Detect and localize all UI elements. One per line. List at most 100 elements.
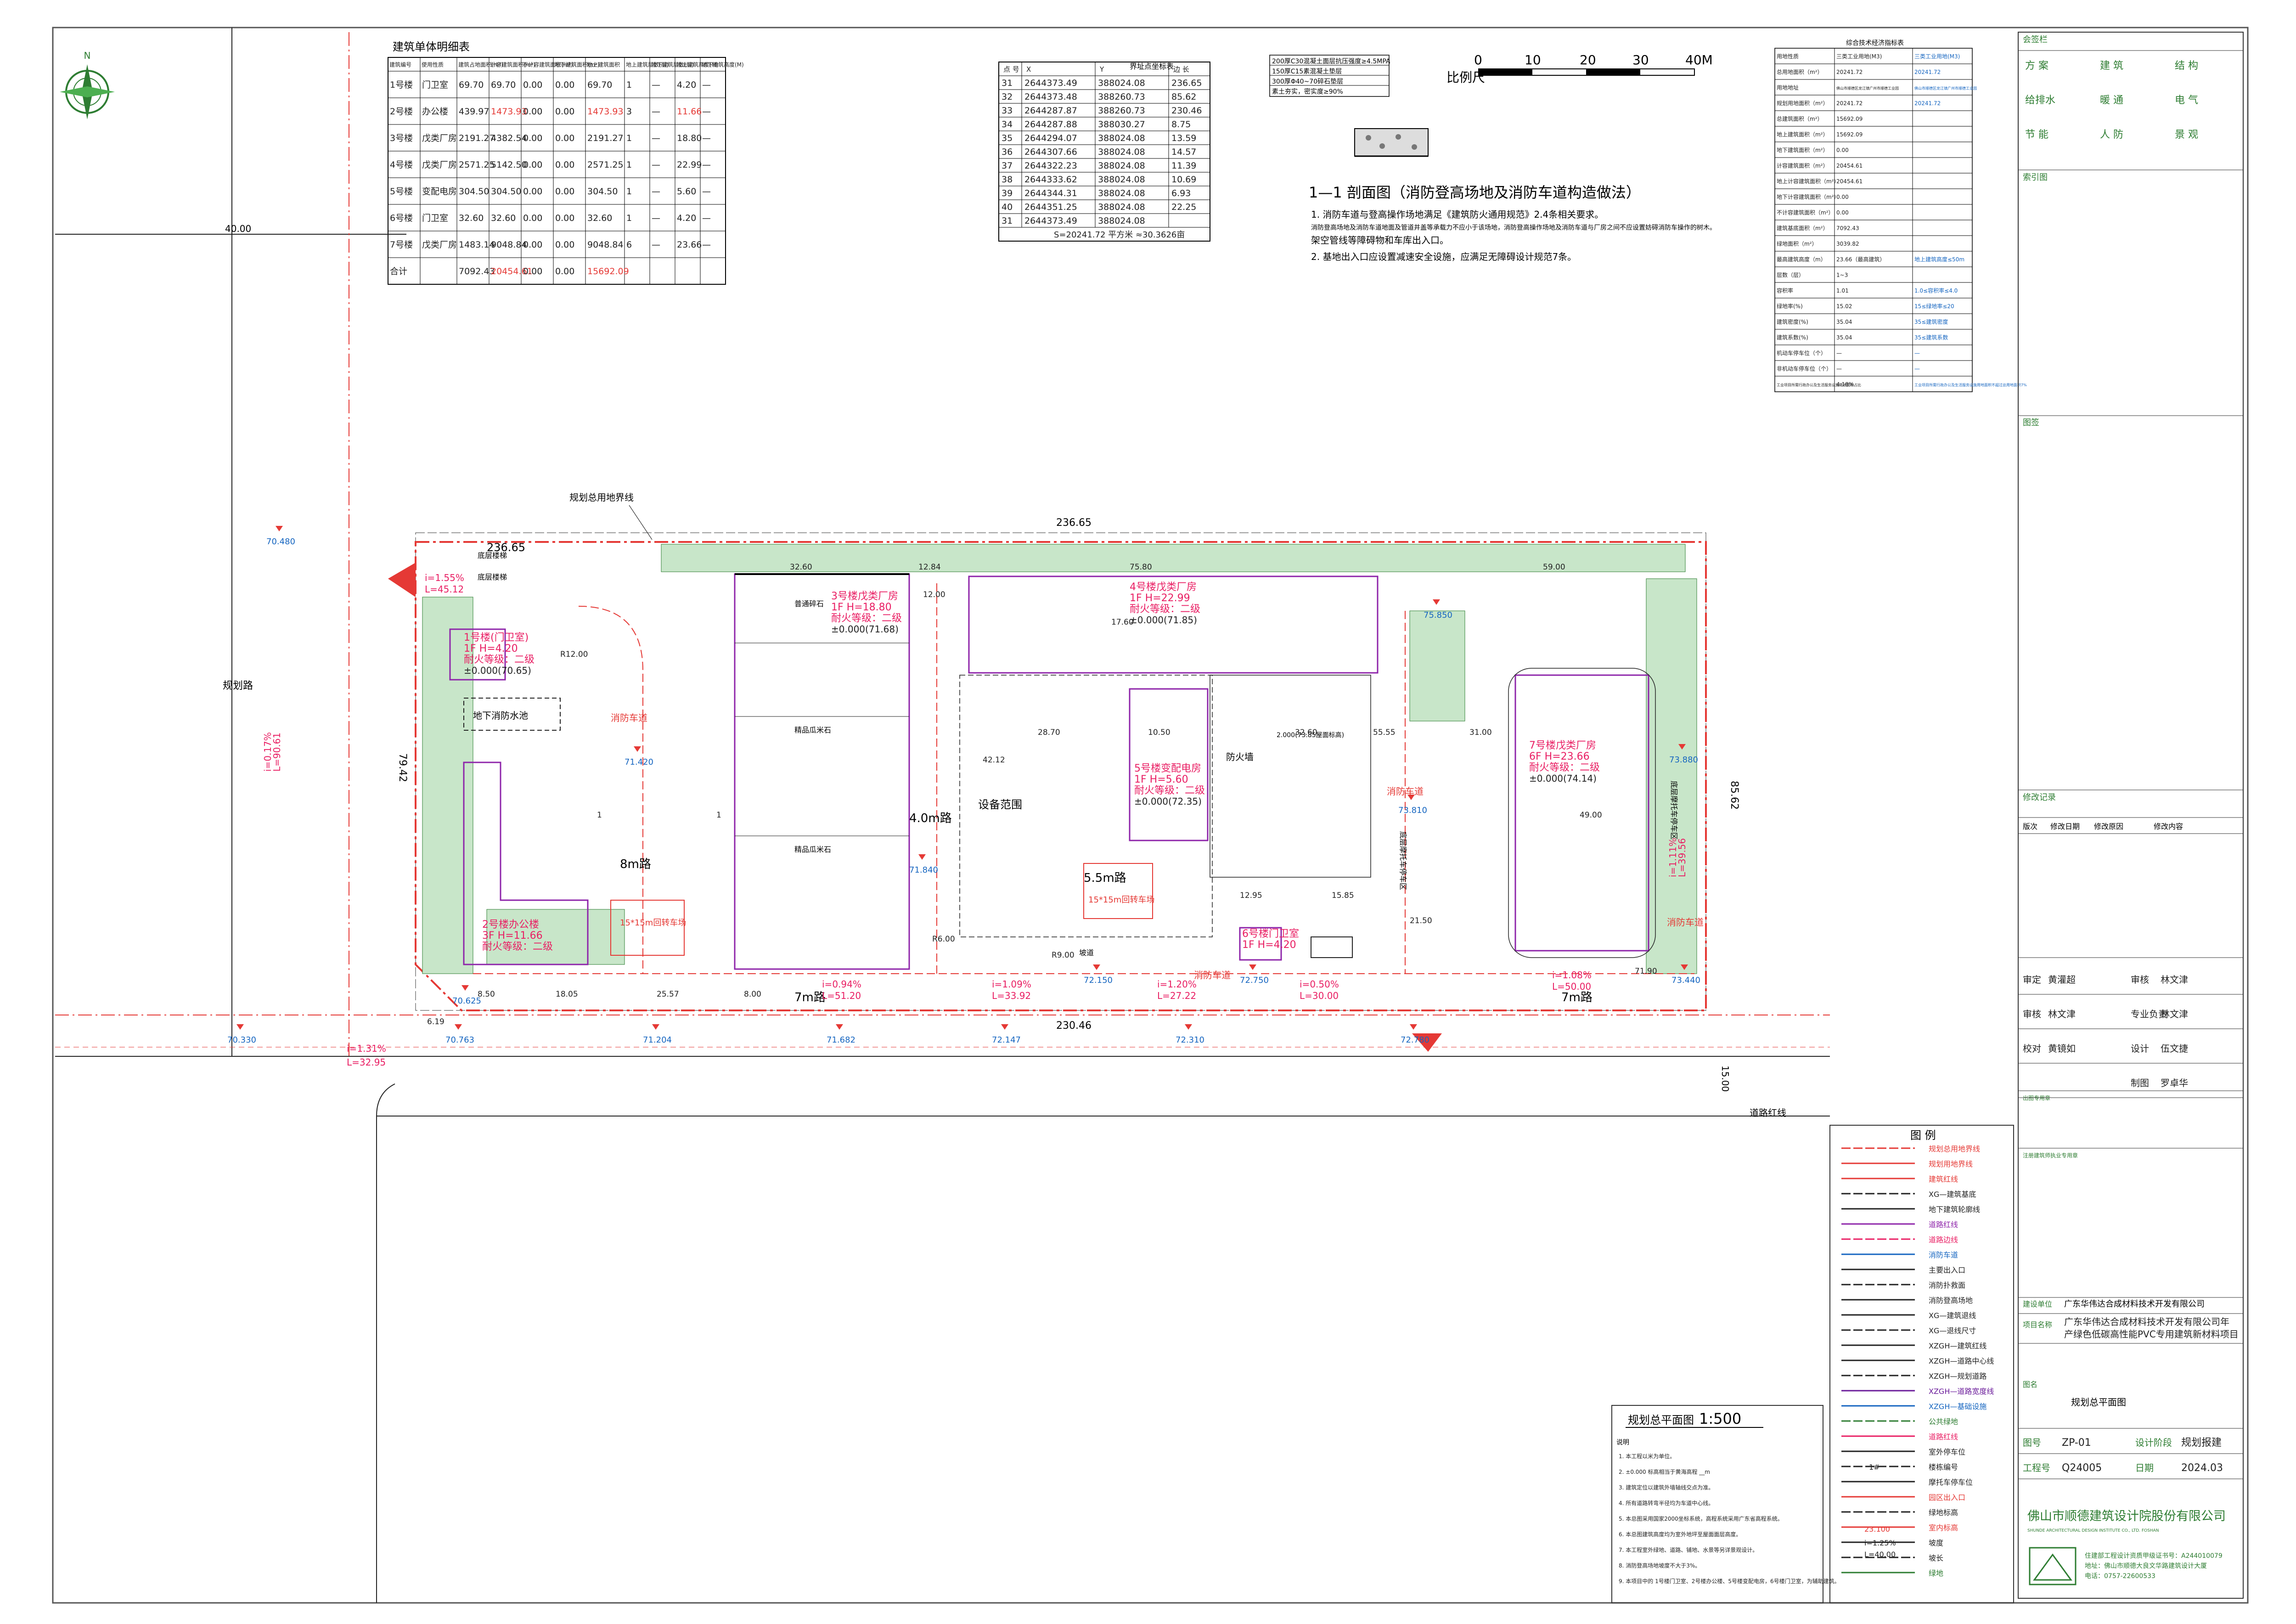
fire-lane-label: 消防车道: [1194, 970, 1231, 981]
building-label: 1F H=5.60: [1134, 774, 1188, 785]
elevation-icon: [1093, 964, 1100, 970]
table-cell: 2644344.31: [1024, 188, 1077, 198]
table-cell: 7号楼: [390, 240, 413, 250]
table-cell: 地上计容建筑面积（m²）: [1777, 178, 1840, 185]
elevation-mark: 72.147: [992, 1035, 1021, 1045]
table-cell: 388260.73: [1098, 106, 1145, 116]
table-cell: 0.00: [523, 133, 542, 143]
firm-line: 电话：0757-22600533: [2085, 1573, 2155, 1580]
client-name: 广东华伟达合成材料技术开发有限公司: [2064, 1299, 2205, 1309]
dimension-label: 8.50: [478, 990, 495, 999]
slope-mark: L=45.12: [425, 584, 464, 595]
road-redline-label: 道路红线: [1750, 1107, 1786, 1118]
dimension-label: 15.85: [1332, 891, 1354, 900]
role-name: 黄镜如: [2048, 1043, 2076, 1054]
table-header: X: [1026, 65, 1031, 73]
table-cell: 2644307.66: [1024, 147, 1077, 157]
field-label: 日期: [2135, 1462, 2154, 1473]
dimension-label: 25.57: [657, 990, 679, 999]
slope-mark: L=90.61: [271, 733, 282, 772]
table-cell: 6.93: [1171, 188, 1191, 198]
table-cell: 5.60: [677, 186, 696, 197]
table-cell: 7092.43: [459, 266, 495, 276]
table-cell: 合计: [390, 266, 407, 276]
slope-mark: L=51.20: [822, 990, 861, 1001]
building-label: 6号楼门卫室: [1242, 928, 1299, 940]
road-name: 规划路: [223, 680, 253, 692]
table-cell: 1473.93: [491, 107, 527, 117]
gate-structure: [1311, 936, 1353, 958]
table-cell: 22.25: [1171, 202, 1196, 212]
legend-label: 绿地标高: [1929, 1508, 1958, 1517]
table-cell: 1.0≤容积率≤4.0: [1914, 287, 1958, 294]
sign-item: 暖 通: [2100, 95, 2123, 106]
elevation-mark: 71.204: [643, 1035, 672, 1045]
site-plan: 规划路 道路红线 规划总用地界线 地下消防水池 设备范围 防火墙 2.000(7…: [55, 28, 1830, 1603]
table-cell: 机动车停车位（个）: [1777, 350, 1826, 356]
building-label: 3号楼戊类厂房: [831, 591, 898, 602]
table-cell: 2191.27: [459, 133, 495, 143]
table-cell: 1473.93: [587, 107, 624, 117]
table-cell: 6: [626, 240, 632, 250]
firewall-label: 防火墙: [1226, 751, 1254, 762]
sign-item: 人 防: [2100, 129, 2123, 141]
elevation-mark: 72.780: [1401, 1035, 1429, 1045]
table-header: 边 长: [1173, 65, 1189, 73]
revision-header: 版次: [2023, 822, 2037, 831]
role-name: 林文津: [2048, 1009, 2076, 1020]
table-cell: 0.00: [1836, 147, 1849, 153]
table-cell: 0.00: [555, 160, 574, 170]
table-cell: —: [652, 107, 660, 117]
legend: 图 例 规划总用地界线规划用地界线建筑红线XG—建筑基底地下建筑轮廓线道路红线道…: [1829, 1125, 2014, 1603]
table-cell: 0.00: [555, 213, 574, 223]
table-cell: 7092.43: [1836, 225, 1859, 231]
scale-prefix: 比例尺: [1446, 70, 1485, 85]
note-line: 9. 本项目中的 1号楼门卫室、2号楼办公楼、5号楼变配电房，6号楼门卫室，为辅…: [1619, 1578, 1840, 1585]
note-line: 7. 本工程室外绿地、道路、铺地、水景等另详景观设计。: [1619, 1546, 1758, 1553]
note-line: 8. 消防登高场地坡度不大于3%。: [1619, 1562, 1700, 1569]
table-cell: 388024.08: [1098, 133, 1145, 143]
planning-line-label: 规划总用地界线: [569, 492, 634, 503]
table-cell: 用地地址: [1777, 85, 1799, 91]
table-cell: 2191.27: [587, 133, 624, 143]
legend-label: 坡长: [1929, 1554, 1943, 1562]
sheet-frame: [52, 27, 2249, 1604]
elevation-icon: [461, 985, 469, 991]
dimension-label: 28.70: [1038, 728, 1060, 737]
equipment-label: 设备范围: [978, 798, 1022, 811]
table-cell: 1: [626, 160, 632, 170]
table-cell: —: [652, 240, 660, 250]
sign-item: 电 气: [2175, 95, 2198, 106]
elevation-icon: [1249, 964, 1256, 970]
sign-item: 给排水: [2025, 95, 2055, 106]
elevation-icon: [652, 1024, 659, 1030]
elevation-mark: 71.682: [827, 1035, 855, 1045]
role-name: 林文津: [2161, 1009, 2188, 1020]
table-cell: 1483.14: [459, 240, 495, 250]
road-label: 8m路: [620, 857, 651, 871]
section-layer: 200厚C30混凝土面层抗压强度≥4.5MPA: [1272, 58, 1390, 65]
building-label: 1号楼(门卫室): [464, 632, 529, 643]
legend-label: 室内标高: [1929, 1523, 1958, 1532]
sign-item: 方 案: [2025, 60, 2048, 72]
bike-label: 底层摩托车停车区: [1399, 831, 1407, 890]
slope-mark: i=1.09%: [992, 979, 1031, 990]
bike-label: 底层摩托车停车区: [1670, 781, 1678, 840]
elevation-icon: [455, 1024, 462, 1030]
leader-line: [629, 505, 653, 540]
firewall-zone: [1210, 675, 1371, 878]
table-cell: 388024.08: [1098, 188, 1145, 198]
turning-label: 15*15m回转车场: [620, 918, 686, 928]
stone-label: 精品瓜米石: [794, 845, 831, 854]
building-label: 耐火等级：二级: [464, 654, 535, 665]
elevation-icon: [1001, 1024, 1008, 1030]
elevation-mark: 70.625: [452, 996, 481, 1006]
building-label: 4号楼戊类厂房: [1130, 581, 1197, 593]
table-cell: —: [652, 133, 660, 143]
table-cell: 0.00: [523, 186, 542, 197]
dimension-label: 12.84: [918, 563, 941, 572]
note-line: 5. 本总图采用国家2000坐标系统，高程系统采用广东省高程系统。: [1619, 1515, 1783, 1522]
table-cell: 236.65: [1171, 78, 1202, 88]
table-header: Y: [1099, 65, 1104, 73]
table-cell: 0.00: [523, 160, 542, 170]
